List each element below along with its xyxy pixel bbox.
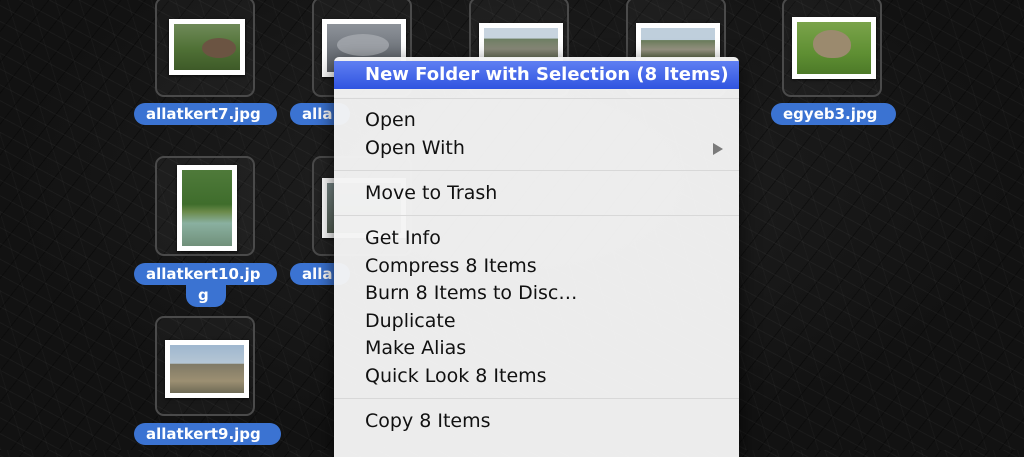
file-icon-allatkert10[interactable] [155, 156, 255, 256]
menu-item-open-with[interactable]: Open With [334, 134, 739, 162]
file-label-egyeb3[interactable]: egyeb3.jpg [771, 103, 896, 125]
photo-thumbnail [792, 17, 876, 79]
file-label-allatkert9[interactable]: allatkert9.jpg [134, 423, 281, 445]
file-label-allatkert10[interactable]: allatkert10.jp [134, 263, 277, 285]
menu-item-open[interactable]: Open [334, 106, 739, 134]
photo-thumbnail [169, 19, 245, 75]
menu-item-quick-look[interactable]: Quick Look 8 Items [334, 362, 739, 390]
menu-item-make-alias[interactable]: Make Alias [334, 334, 739, 362]
menu-item-get-info[interactable]: Get Info [334, 224, 739, 252]
desktop: allatkert7.jpg alla egyeb3.jpg allatkert… [0, 0, 1024, 457]
menu-item-move-to-trash[interactable]: Move to Trash [334, 179, 739, 207]
file-label-allatkert7[interactable]: allatkert7.jpg [134, 103, 277, 125]
menu-separator [334, 98, 739, 99]
menu-item-new-folder-with-selection[interactable]: New Folder with Selection (8 Items) [334, 61, 739, 89]
file-icon-egyeb3[interactable] [782, 0, 882, 97]
file-icon-allatkert9[interactable] [155, 316, 255, 416]
menu-separator [334, 215, 739, 216]
file-icon-allatkert7[interactable] [155, 0, 255, 97]
menu-item-duplicate[interactable]: Duplicate [334, 307, 739, 335]
menu-item-burn[interactable]: Burn 8 Items to Disc… [334, 279, 739, 307]
photo-thumbnail [177, 165, 237, 251]
context-menu: New Folder with Selection (8 Items) Open… [334, 57, 739, 457]
photo-thumbnail [165, 340, 249, 398]
submenu-arrow-icon [713, 143, 723, 155]
menu-item-open-with-label: Open With [365, 137, 465, 159]
menu-item-copy[interactable]: Copy 8 Items [334, 407, 739, 435]
menu-separator [334, 398, 739, 399]
menu-separator [334, 170, 739, 171]
menu-item-compress[interactable]: Compress 8 Items [334, 252, 739, 280]
file-label-allatkert10-wrap[interactable]: g [186, 285, 226, 307]
